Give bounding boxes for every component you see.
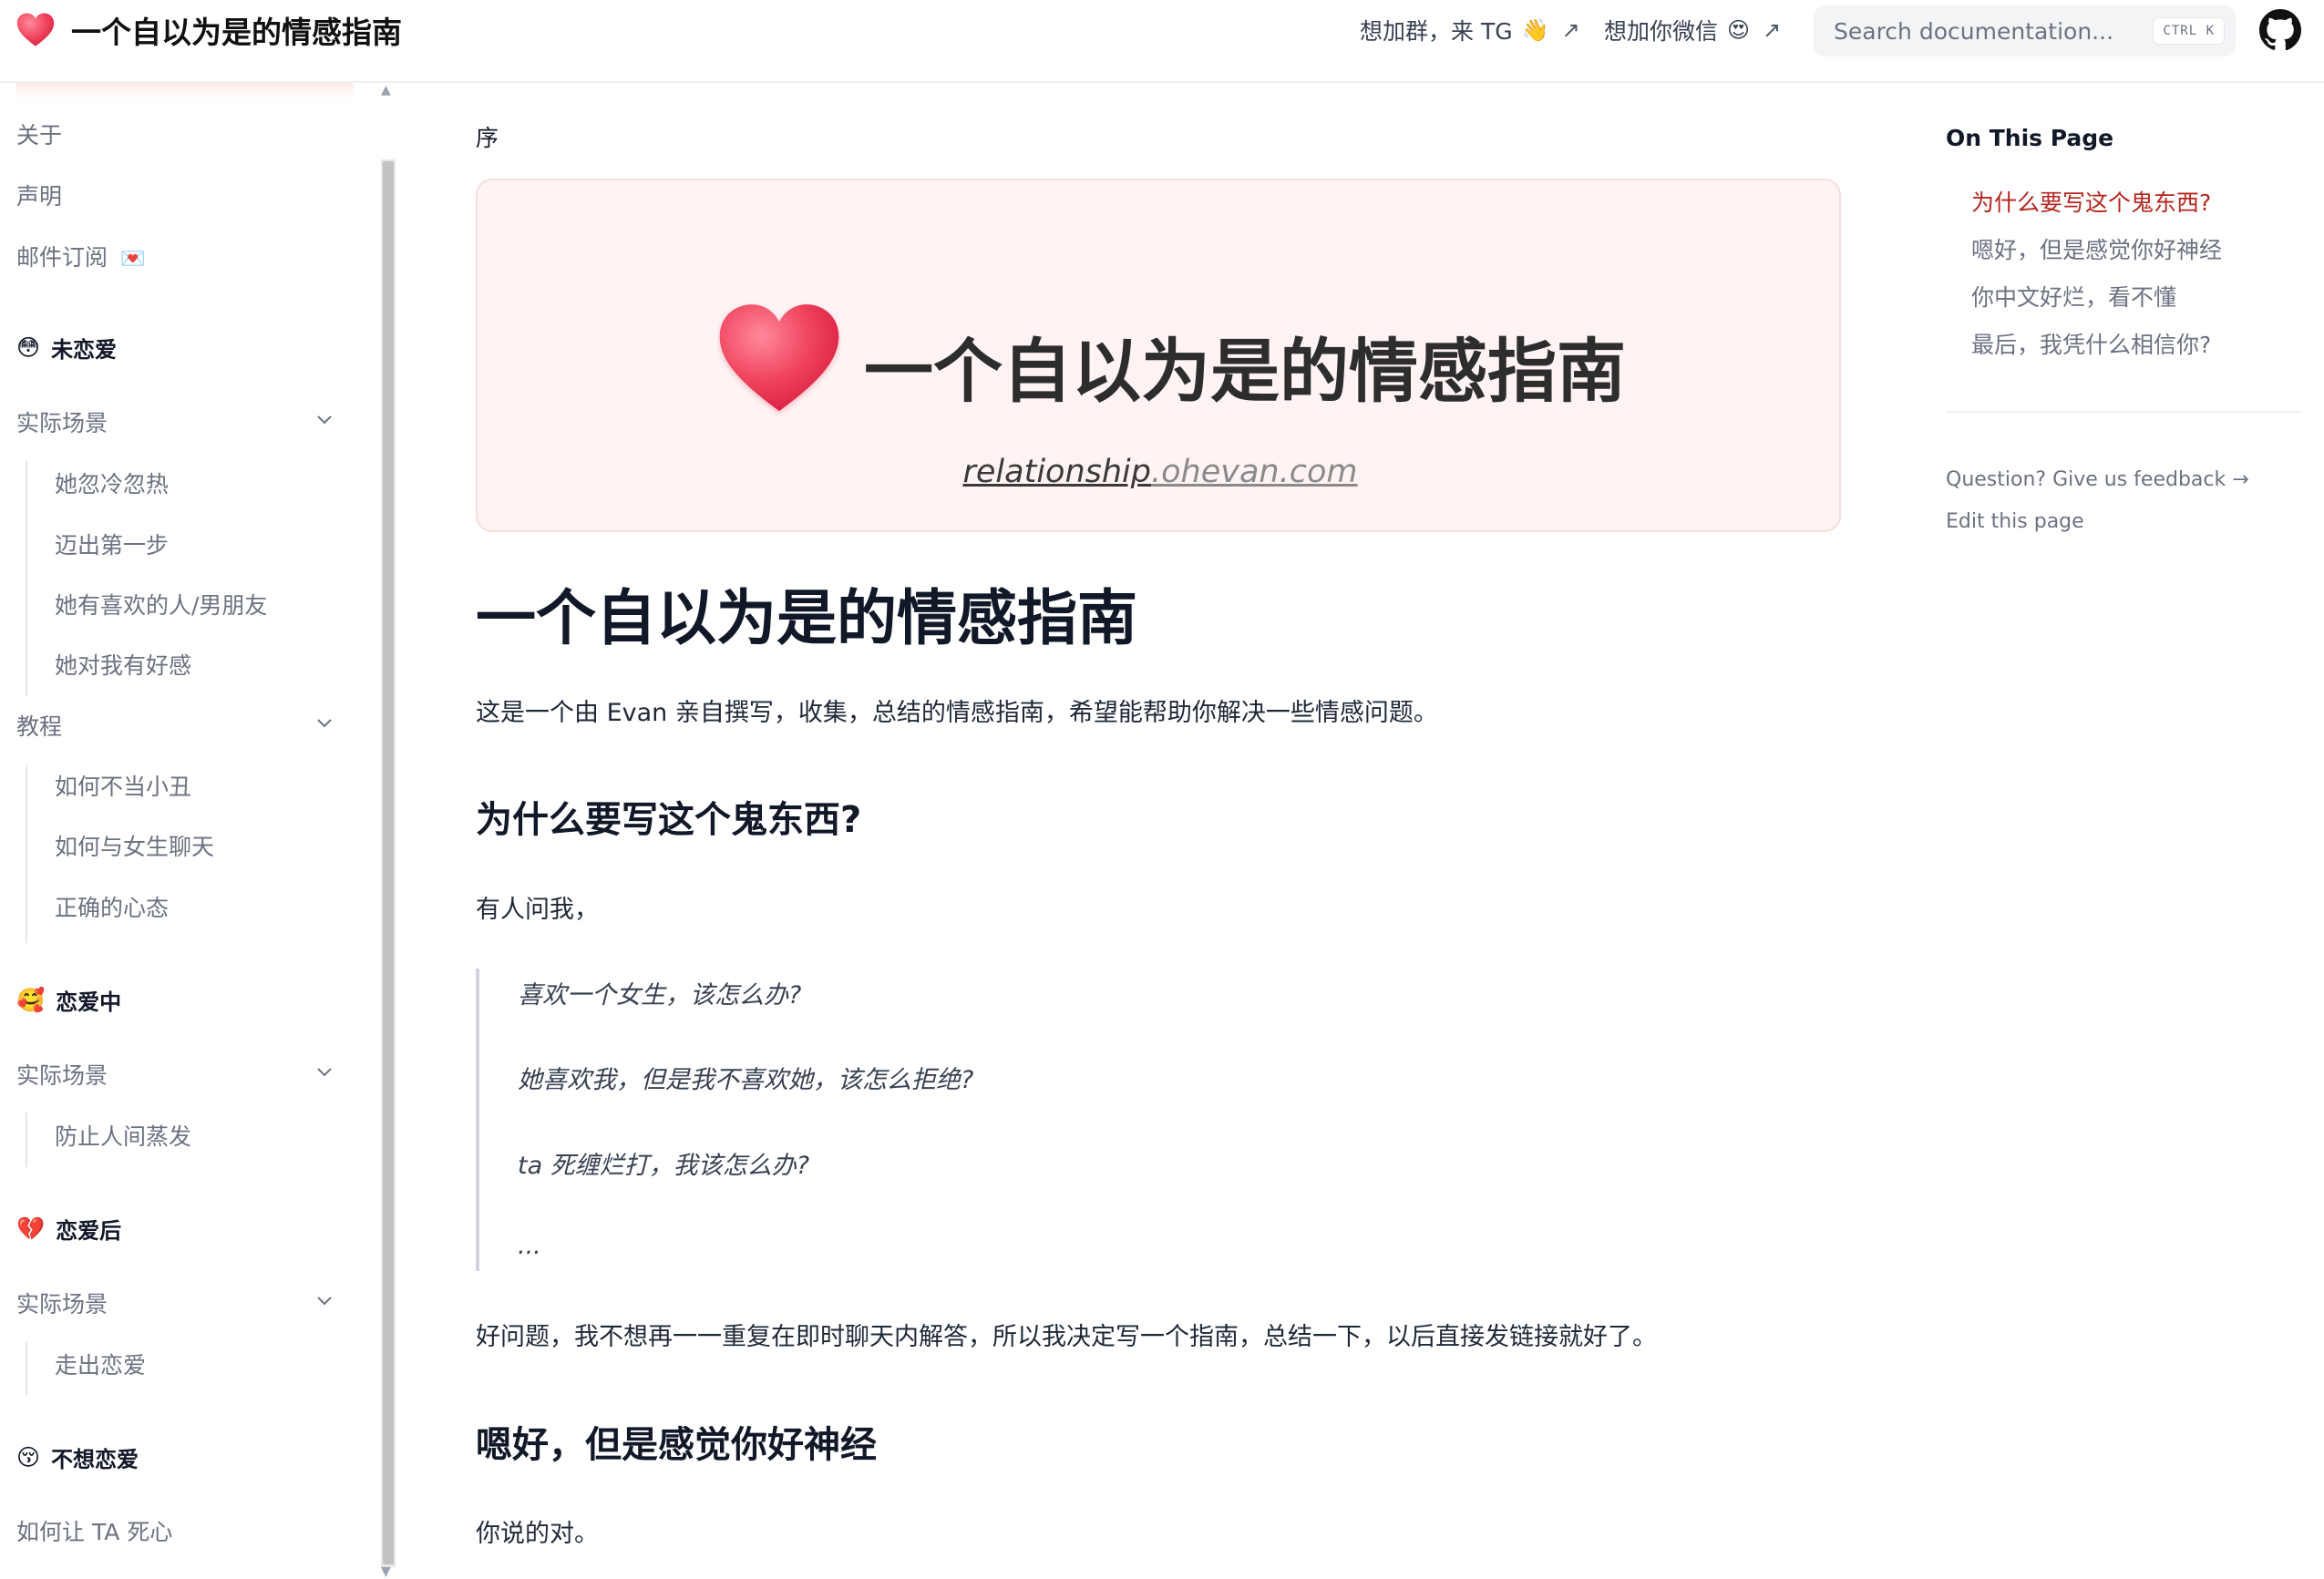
banner-title: 一个自以为是的情感指南 (864, 331, 1626, 412)
sidebar-item-let-go[interactable]: 如何让 TA 死心 (16, 1514, 172, 1547)
heading-why: 为什么要写这个鬼东西? (476, 799, 862, 841)
sidebar: ▲ ▼ 关于 声明 邮件订阅 💌 😳 未恋爱 实际场景 她忽冷忽热 迈出第一步 她… (0, 83, 398, 1579)
sidebar-item-subscribe[interactable]: 邮件订阅 💌 (16, 240, 145, 272)
sidebar-item-has-boyfriend[interactable]: 她有喜欢的人/男朋友 (55, 588, 267, 620)
sidebar-section-title: 不想恋爱 (51, 1447, 139, 1472)
top-navbar: 一个自以为是的情感指南 想加群，来 TG 👋 ↗ 想加你微信 😍 ↗ CTRL … (0, 0, 2324, 83)
wave-hand-icon: 👋 (1521, 17, 1549, 43)
sidebar-item-prevent-ghosting[interactable]: 防止人间蒸发 (55, 1119, 191, 1152)
sidebar-top-fade (16, 83, 354, 99)
chevron-down-icon[interactable] (314, 408, 335, 430)
hero-banner: 一个自以为是的情感指南 relationship.ohevan.com (476, 179, 1841, 532)
nav-link-label: 想加群，来 TG (1360, 18, 1513, 45)
nav-link-wechat[interactable]: 想加你微信 😍 ↗ (1604, 0, 1781, 60)
scroll-up-arrow-icon[interactable]: ▲ (381, 83, 391, 97)
blockquote-bar (476, 969, 479, 1271)
nav-link-telegram-group[interactable]: 想加群，来 TG 👋 ↗ (1360, 0, 1580, 60)
sidebar-item-move-on[interactable]: 走出恋爱 (55, 1348, 146, 1380)
heart-logo-icon (16, 13, 55, 46)
sidebar-group-tutorials[interactable]: 教程 (16, 709, 62, 742)
kissing-face-icon: 😚 (16, 1444, 41, 1471)
banner-url-domain: .ohevan.com (1151, 454, 1358, 490)
toc-item-neurotic[interactable]: 嗯好，但是感觉你好神经 (1971, 232, 2222, 265)
search-input[interactable] (1834, 17, 2125, 45)
sidebar-item-not-clown[interactable]: 如何不当小丑 (55, 769, 191, 802)
edit-page-link[interactable]: Edit this page (1946, 510, 2084, 533)
toc-divider (1946, 411, 2301, 413)
sidebar-section-single: 😳 未恋爱 (16, 332, 117, 364)
search-shortcut-badge: CTRL K (2153, 17, 2225, 45)
site-title: 一个自以为是的情感指南 (71, 15, 402, 50)
chevron-down-icon[interactable] (314, 1061, 335, 1082)
toc-title: On This Page (1946, 125, 2114, 151)
love-letter-icon: 💌 (120, 248, 146, 271)
sidebar-tree-line (26, 460, 27, 696)
sidebar-tree-line (26, 1341, 27, 1396)
external-arrow-icon: ↗ (1763, 17, 1782, 43)
heart-icon (719, 304, 839, 412)
sidebar-item-likes-me[interactable]: 她对我有好感 (55, 648, 191, 681)
paragraph-lead: 有人问我， (476, 896, 599, 924)
chevron-down-icon[interactable] (314, 1289, 335, 1311)
brand-link[interactable]: 一个自以为是的情感指南 (16, 0, 402, 60)
sidebar-section-in-love: 🥰 恋爱中 (16, 984, 121, 1016)
sidebar-group-scenarios[interactable]: 实际场景 (16, 405, 108, 438)
toc-item-why[interactable]: 为什么要写这个鬼东西? (1971, 185, 2211, 218)
banner-url: relationship.ohevan.com (478, 454, 1843, 490)
sidebar-item-disclaimer[interactable]: 声明 (16, 179, 62, 211)
heading-neurotic: 嗯好，但是感觉你好神经 (476, 1424, 877, 1466)
paragraph-you-are-right: 你说的对。 (476, 1520, 599, 1548)
chevron-down-icon[interactable] (314, 712, 335, 733)
sidebar-group-scenarios[interactable]: 实际场景 (16, 1287, 108, 1319)
scroll-down-arrow-icon[interactable]: ▼ (381, 1564, 391, 1579)
sidebar-item-label: 邮件订阅 (16, 244, 108, 271)
sidebar-section-title: 未恋爱 (51, 337, 118, 363)
sidebar-item-hot-cold[interactable]: 她忽冷忽热 (55, 467, 169, 499)
blockquote-line: ... (518, 1232, 541, 1260)
intro-paragraph: 这是一个由 Evan 亲自撰写，收集，总结的情感指南，希望能帮助你解决一些情感问… (476, 699, 1438, 727)
banner-url-main: relationship (962, 454, 1152, 490)
heart-eyes-icon: 😍 (1727, 17, 1751, 43)
sidebar-item-chat-with-girls[interactable]: 如何与女生聊天 (55, 829, 214, 862)
sidebar-scrollbar-thumb[interactable] (383, 161, 394, 1564)
sidebar-section-no-love: 😚 不想恋爱 (16, 1441, 139, 1473)
sidebar-section-title: 恋爱后 (56, 1218, 122, 1244)
sidebar-section-after-love: 💔 恋爱后 (16, 1213, 121, 1245)
github-icon[interactable] (2258, 8, 2302, 52)
toc-item-bad-chinese[interactable]: 你中文好烂，看不懂 (1971, 280, 2176, 313)
sidebar-item-about[interactable]: 关于 (16, 118, 62, 150)
flushed-face-icon: 😳 (16, 334, 41, 361)
paragraph-after: 好问题，我不想再一一重复在即时聊天内解答，所以我决定写一个指南，总结一下，以后直… (476, 1323, 1657, 1351)
feedback-link[interactable]: Question? Give us feedback → (1946, 468, 2249, 491)
external-arrow-icon: ↗ (1561, 17, 1580, 43)
search-box[interactable]: CTRL K (1814, 5, 2236, 56)
breadcrumb: 序 (476, 125, 499, 151)
blockquote-line: ta 死缠烂打，我该怎么办? (518, 1152, 810, 1180)
sidebar-section-title: 恋爱中 (56, 989, 122, 1015)
blockquote-line: 她喜欢我，但是我不喜欢她，该怎么拒绝? (518, 1066, 974, 1094)
toc-item-trust[interactable]: 最后，我凭什么相信你? (1971, 327, 2211, 360)
broken-heart-icon: 💔 (16, 1215, 46, 1242)
sidebar-item-right-mindset[interactable]: 正确的心态 (55, 890, 169, 923)
nav-link-label: 想加你微信 (1604, 18, 1719, 45)
sidebar-tree-line (26, 1112, 27, 1167)
page-title: 一个自以为是的情感指南 (476, 583, 1137, 653)
sidebar-group-scenarios[interactable]: 实际场景 (16, 1058, 108, 1091)
sidebar-tree-line (26, 764, 27, 943)
sidebar-item-first-step[interactable]: 迈出第一步 (55, 528, 169, 560)
blockquote-line: 喜欢一个女生，该怎么办? (518, 981, 802, 1010)
smiling-hearts-icon: 🥰 (16, 986, 46, 1013)
